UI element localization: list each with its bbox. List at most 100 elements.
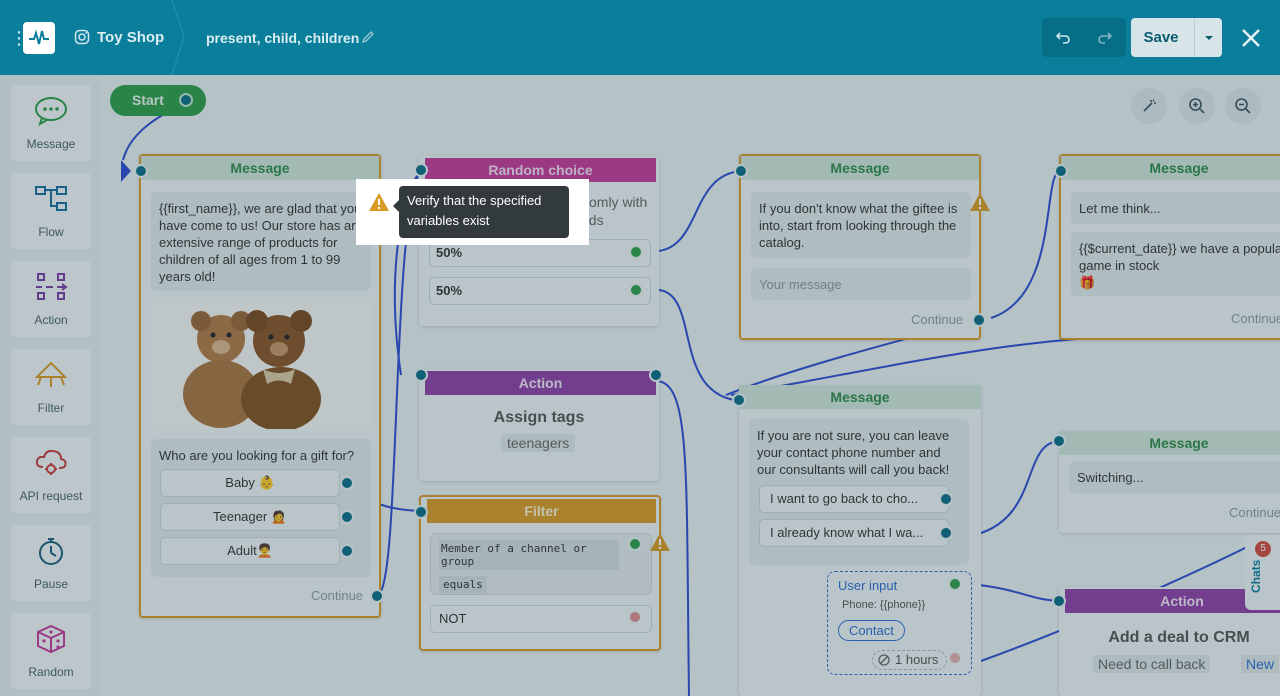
random-icon [37, 624, 65, 654]
tool-label: Action [34, 313, 68, 327]
reply-button-baby[interactable]: Baby 👶 [160, 469, 340, 497]
save-options-button[interactable] [1194, 18, 1222, 57]
output-port[interactable] [628, 610, 642, 624]
random-desc: omly with [589, 194, 648, 210]
redo-button[interactable] [1084, 18, 1126, 57]
zoom-in-button[interactable] [1179, 88, 1215, 124]
message-node-switching[interactable]: Message Switching... Continue [1052, 431, 1280, 533]
input-port[interactable] [734, 164, 748, 178]
app-logo-icon[interactable] [23, 22, 55, 54]
magic-wand-button[interactable] [1131, 88, 1167, 124]
continue-port[interactable] [972, 313, 986, 327]
contact-button[interactable]: Contact [838, 620, 905, 641]
action-heading: Add a deal to CRM [1108, 629, 1250, 646]
filter-not-branch[interactable]: NOT [430, 605, 652, 633]
node-title: Action [425, 371, 656, 395]
zoom-in-icon [1189, 98, 1205, 114]
output-port[interactable] [628, 537, 642, 551]
input-port[interactable] [134, 164, 148, 178]
output-port[interactable] [939, 526, 953, 540]
node-title: Message [739, 385, 981, 409]
tool-message[interactable]: Message [11, 85, 91, 161]
warning-tooltip: Verify that the specified variables exis… [393, 186, 569, 238]
message-text: If you are not sure, you can leave your … [757, 428, 950, 477]
input-port[interactable] [732, 393, 746, 407]
output-port[interactable] [340, 510, 354, 524]
input-port[interactable] [414, 368, 428, 382]
message-input-placeholder[interactable]: Your message [751, 268, 971, 300]
filter-operator: equals [439, 576, 487, 593]
message-node-think[interactable]: Message Let me think... {{$current_date}… [1054, 154, 1280, 340]
input-port[interactable] [1054, 164, 1068, 178]
input-port[interactable] [1052, 434, 1066, 448]
flow-name[interactable]: present, child, children [206, 30, 359, 46]
input-port[interactable] [414, 505, 428, 519]
gift-emoji: 🎁 [1079, 275, 1096, 290]
output-port[interactable] [629, 245, 643, 259]
continue-label: Continue [311, 588, 364, 603]
random-option-2[interactable]: 50% [429, 277, 651, 305]
close-icon[interactable] [1238, 25, 1264, 51]
continue-port[interactable] [370, 589, 384, 603]
deal-name-chip: Need to call back [1093, 655, 1211, 673]
filter-icon [34, 361, 68, 387]
tool-label: Pause [33, 577, 69, 591]
message-text: {{$current_date}} we have a popular game… [1079, 241, 1280, 273]
node-title: Message [741, 156, 979, 180]
message-text: Switching... [1069, 461, 1280, 493]
node-title: Message [141, 156, 379, 180]
message-node-welcome[interactable]: Message {{first_name}}, we are glad that… [134, 154, 384, 618]
top-bar: ⋮ Toy Shop present, child, children Save [0, 0, 1280, 75]
save-button[interactable]: Save [1131, 18, 1191, 57]
timeout-port[interactable] [948, 651, 962, 665]
output-port[interactable] [340, 544, 354, 558]
node-title: Filter [427, 499, 656, 523]
output-port[interactable] [649, 368, 663, 382]
tool-filter[interactable]: Filter [11, 349, 91, 425]
flow-canvas[interactable]: Start Message {{first_name}}, we are gla… [101, 75, 1280, 696]
warning-icon[interactable] [649, 532, 671, 552]
history-controls [1042, 18, 1126, 57]
message-text: {{first_name}}, we are glad that you hav… [151, 192, 371, 291]
tool-flow[interactable]: Flow [11, 173, 91, 249]
chats-tab[interactable]: 5 Chats [1245, 535, 1280, 610]
input-port[interactable] [414, 163, 428, 177]
warning-icon[interactable] [969, 192, 991, 212]
chats-count-badge: 5 [1255, 541, 1271, 557]
start-output-port[interactable] [179, 93, 193, 107]
reply-button-adult[interactable]: Adult🧑‍🦱 [160, 537, 340, 565]
message-text: Let me think... [1071, 192, 1280, 224]
output-port[interactable] [629, 283, 643, 297]
tool-action[interactable]: Action [11, 261, 91, 337]
node-title: Message [1061, 156, 1280, 180]
output-port[interactable] [948, 577, 962, 591]
filter-condition-box[interactable]: Member of a channel or group equals [430, 533, 652, 595]
timeout-chip[interactable]: 1 hours [872, 650, 948, 670]
undo-button[interactable] [1042, 18, 1084, 57]
warning-icon[interactable] [368, 192, 390, 212]
reply-button-go-back[interactable]: I want to go back to cho... [759, 485, 949, 513]
tool-api-request[interactable]: API request [11, 437, 91, 513]
filter-node[interactable]: Filter Member of a channel or group equa… [414, 495, 670, 651]
user-input-block[interactable]: User input Phone: {{phone}} Contact 1 ho… [827, 571, 972, 675]
tool-pause[interactable]: Pause [11, 525, 91, 601]
output-port[interactable] [340, 476, 354, 490]
instagram-icon [74, 29, 90, 45]
output-port[interactable] [939, 492, 953, 506]
pause-icon [39, 538, 63, 565]
message-node-catalog[interactable]: Message If you don't know what the gifte… [734, 154, 990, 340]
reply-button-teenager[interactable]: Teenager 🙍 [160, 503, 340, 531]
phone-variable: Phone: {{phone}} [842, 599, 926, 611]
zoom-out-button[interactable] [1225, 88, 1261, 124]
action-node-assign-tags[interactable]: Action Assign tags teenagers [414, 368, 663, 481]
start-node[interactable]: Start [110, 85, 206, 116]
block-icon [878, 654, 890, 666]
input-port[interactable] [1052, 594, 1066, 608]
continue-label: Continue [1231, 311, 1280, 326]
edit-pencil-icon[interactable] [361, 30, 375, 44]
reply-button-know[interactable]: I already know what I wa... [759, 519, 949, 547]
message-node-callback[interactable]: Message If you are not sure, you can lea… [732, 385, 981, 696]
action-icon [36, 273, 68, 300]
tool-random[interactable]: Random [11, 613, 91, 689]
shop-name[interactable]: Toy Shop [97, 29, 164, 46]
